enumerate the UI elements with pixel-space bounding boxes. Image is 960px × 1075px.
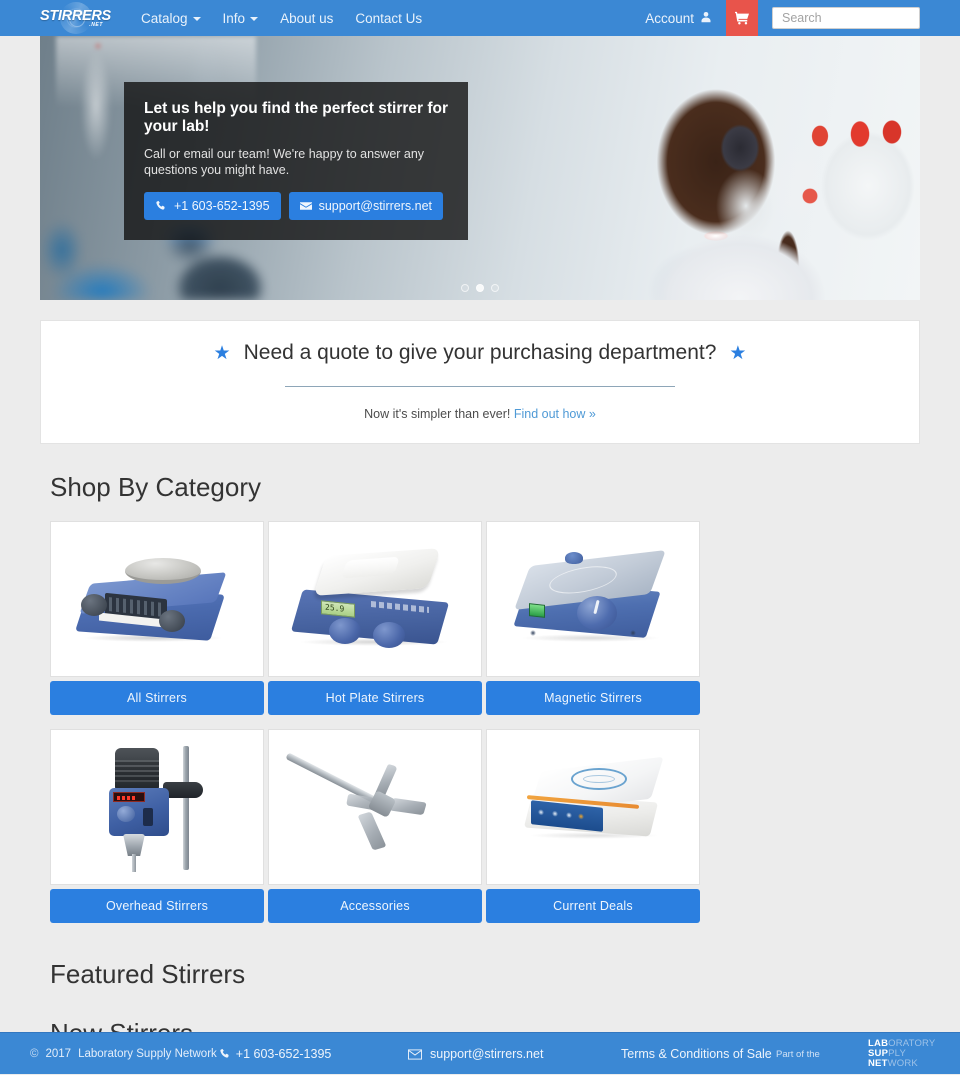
hero-caption-panel: Let us help you find the perfect stirrer…: [124, 82, 468, 240]
hero-phone-button[interactable]: +1 603-652-1395: [144, 192, 281, 220]
site-footer: © 2017 Laboratory Supply Network +1 603-…: [0, 1032, 960, 1074]
phone-icon: [155, 200, 167, 212]
search-input[interactable]: [780, 10, 912, 26]
nav-item-catalog[interactable]: Catalog: [130, 2, 212, 35]
category-cell: Accessories: [268, 729, 482, 923]
lab-supply-network-logo[interactable]: LABORATORY SUPPLY NETWORK: [868, 1039, 935, 1069]
envelope-icon: [408, 1049, 422, 1060]
shopping-cart-icon: [735, 11, 749, 25]
carousel-dot-1[interactable]: [461, 284, 469, 292]
category-cell: Current Deals: [486, 729, 700, 923]
cart-button[interactable]: [726, 0, 758, 36]
footer-terms-link[interactable]: Terms & Conditions of Sale: [621, 1047, 772, 1061]
category-image-card-accessories[interactable]: [268, 729, 482, 885]
category-cell: Hot Plate Stirrers: [268, 521, 482, 715]
chevron-down-icon: [193, 17, 201, 21]
footer-inner: © 2017 Laboratory Supply Network +1 603-…: [20, 1033, 940, 1075]
featured-stirrers-section: Featured Stirrers: [40, 959, 920, 990]
category-cell: Overhead Stirrers: [50, 729, 264, 923]
primary-nav: Catalog Info About us Contact Us: [130, 2, 433, 35]
balance-stirrer-image: [503, 742, 683, 872]
copyright-icon: ©: [30, 1048, 38, 1060]
category-button-label: Accessories: [340, 899, 410, 913]
category-button-magnetic-stirrers[interactable]: Magnetic Stirrers: [486, 681, 700, 715]
star-icon-right: ★: [729, 344, 746, 363]
category-button-label: Overhead Stirrers: [106, 899, 208, 913]
divider: [285, 386, 675, 387]
envelope-icon: [300, 200, 312, 212]
hero-heading: Let us help you find the perfect stirrer…: [144, 100, 448, 136]
top-navbar: STIRRERS .NET Catalog Info About us Cont…: [0, 0, 960, 36]
shop-by-category-section: Shop By Category All Stirrers: [40, 472, 920, 937]
footer-email-link[interactable]: support@stirrers.net: [408, 1047, 543, 1061]
account-label: Account: [645, 11, 694, 26]
hero-email-label: support@stirrers.net: [319, 199, 432, 213]
navbar-inner: STIRRERS .NET Catalog Info About us Cont…: [40, 0, 920, 36]
nav-item-label: Contact Us: [355, 11, 422, 26]
phone-icon: [219, 1048, 231, 1060]
hero-email-button[interactable]: support@stirrers.net: [289, 192, 443, 220]
featured-stirrers-heading: Featured Stirrers: [50, 959, 920, 990]
hero-body-text: Call or email our team! We're happy to a…: [144, 146, 448, 178]
find-out-how-link[interactable]: Find out how »: [514, 407, 596, 421]
chevron-down-icon: [250, 17, 258, 21]
hero-phone-label: +1 603-652-1395: [174, 199, 270, 213]
search-box[interactable]: [772, 7, 920, 29]
nav-item-about-us[interactable]: About us: [269, 2, 344, 35]
quote-subtext-label: Now it's simpler than ever!: [364, 407, 510, 421]
overhead-stirrer-image: [67, 742, 247, 872]
nav-item-contact-us[interactable]: Contact Us: [344, 2, 433, 35]
footer-email-label: support@stirrers.net: [430, 1047, 543, 1061]
footer-phone-link[interactable]: +1 603-652-1395: [219, 1047, 332, 1061]
quote-subtext: Now it's simpler than ever! Find out how…: [41, 407, 919, 421]
category-cell: Magnetic Stirrers: [486, 521, 700, 715]
category-image-card-all-stirrers[interactable]: [50, 521, 264, 677]
footer-phone-label: +1 603-652-1395: [236, 1047, 332, 1061]
category-button-overhead-stirrers[interactable]: Overhead Stirrers: [50, 889, 264, 923]
carousel-indicators: [40, 284, 920, 292]
nav-item-label: Info: [223, 11, 246, 26]
hero-carousel: Let us help you find the perfect stirrer…: [40, 36, 920, 300]
account-menu[interactable]: Account: [631, 11, 726, 26]
category-cell: All Stirrers: [50, 521, 264, 715]
star-icon-left: ★: [214, 344, 231, 363]
footer-year: 2017: [45, 1048, 71, 1060]
navbar-right: Account: [631, 0, 920, 36]
magnetic-stirrer-image: [503, 534, 683, 664]
category-button-current-deals[interactable]: Current Deals: [486, 889, 700, 923]
nav-item-label: Catalog: [141, 11, 188, 26]
carousel-dot-2[interactable]: [476, 284, 484, 292]
category-button-label: All Stirrers: [127, 691, 187, 705]
nav-item-label: About us: [280, 11, 333, 26]
category-image-card-overhead-stirrers[interactable]: [50, 729, 264, 885]
quote-headline: ★ Need a quote to give your purchasing d…: [41, 341, 919, 365]
impeller-accessory-image: [285, 742, 465, 872]
category-image-card-current-deals[interactable]: [486, 729, 700, 885]
site-logo[interactable]: STIRRERS .NET: [40, 3, 106, 33]
hot-plate-stirrer-image: [285, 534, 465, 664]
footer-company-link[interactable]: Laboratory Supply Network: [78, 1048, 217, 1060]
category-button-all-stirrers[interactable]: All Stirrers: [50, 681, 264, 715]
user-icon: [700, 11, 712, 26]
lsn-logo-line-3: NETWORK: [868, 1059, 935, 1069]
category-button-label: Current Deals: [553, 899, 633, 913]
category-grid: All Stirrers Hot Plate Stirrers: [50, 521, 920, 937]
hero-contact-buttons: +1 603-652-1395 support@stirrers.net: [144, 192, 448, 220]
carousel-dot-3[interactable]: [491, 284, 499, 292]
category-button-accessories[interactable]: Accessories: [268, 889, 482, 923]
category-button-label: Magnetic Stirrers: [544, 691, 642, 705]
footer-part-of-label: Part of the: [776, 1049, 820, 1060]
quote-callout-panel: ★ Need a quote to give your purchasing d…: [40, 320, 920, 444]
logo-suffix: .NET: [89, 22, 103, 28]
category-button-label: Hot Plate Stirrers: [326, 691, 425, 705]
category-image-card-magnetic-stirrers[interactable]: [486, 521, 700, 677]
footer-copyright: © 2017 Laboratory Supply Network: [30, 1048, 217, 1060]
quote-headline-text: Need a quote to give your purchasing dep…: [244, 341, 717, 365]
hotplate-magnetic-stirrer-image: [67, 534, 247, 664]
nav-item-info[interactable]: Info: [212, 2, 270, 35]
shop-by-category-heading: Shop By Category: [50, 472, 920, 503]
category-button-hot-plate-stirrers[interactable]: Hot Plate Stirrers: [268, 681, 482, 715]
category-image-card-hot-plate-stirrers[interactable]: [268, 521, 482, 677]
